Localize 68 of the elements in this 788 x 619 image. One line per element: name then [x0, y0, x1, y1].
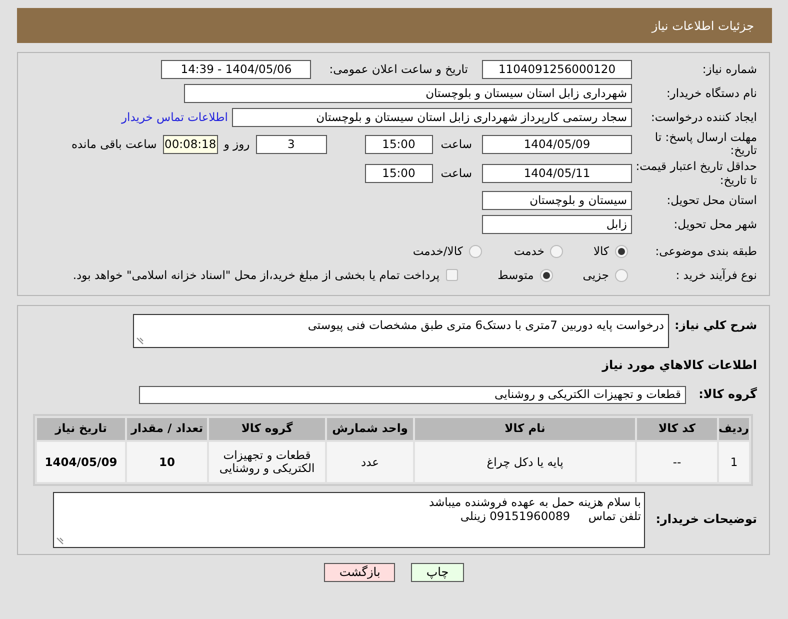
field-label: ایجاد کننده درخواست:	[650, 110, 758, 124]
text-field[interactable]: 3	[256, 134, 327, 154]
field-label: طبقه بندی موضوعی:	[654, 244, 758, 258]
table-cell: پایه یا دکل چراغ	[415, 442, 635, 482]
table-cell: --	[637, 442, 717, 482]
field-label: ساعت باقی مانده	[72, 136, 157, 153]
field-label: مهلت ارسال پاسخ: تا تاریخ:	[654, 131, 758, 158]
field-label: نوع فرآیند خرید :	[674, 268, 758, 282]
description-text: درخواست پایه دوربین 7متری با دستک6 متری طبق مشخصات فنی پیوستی	[308, 318, 664, 332]
print-button[interactable]: چاپ	[411, 562, 464, 582]
radio-button[interactable]	[615, 268, 628, 282]
text-field[interactable]: 15:00	[364, 164, 433, 184]
field-label: تاریخ و ساعت اعلان عمومی:	[329, 60, 468, 78]
table-cell: 10	[127, 442, 207, 482]
radio-button[interactable]	[550, 244, 564, 258]
text-field[interactable]: 1404/05/11	[482, 164, 632, 184]
description-box[interactable]: درخواست پایه دوربین 7متری با دستک6 متری طبق مشخصات فنی پیوستی	[133, 314, 669, 348]
option-label: خدمت	[514, 242, 544, 260]
table-cell: قطعات و تجهیزات الکتریکی و روشنایی	[209, 442, 325, 482]
column-header: واحد شمارش	[327, 418, 413, 440]
text-field[interactable]: 1104091256000120	[482, 60, 632, 79]
field-label: شماره نیاز:	[701, 62, 758, 76]
section-title: اطلاعات كالاهاي مورد نياز	[600, 356, 758, 374]
goods-group-field[interactable]: قطعات و تجهیزات الکتریکی و روشنایی	[139, 386, 686, 404]
option-label: کالا	[593, 242, 609, 260]
column-header: ردیف	[719, 418, 749, 440]
field-label: استان محل تحویل:	[666, 194, 758, 207]
radio-button[interactable]	[468, 244, 482, 258]
checkbox-label: پرداخت تمام یا بخشی از مبلغ خرید،از محل "اسناد خزانه اسلامی" خواهد بود.	[72, 266, 440, 284]
contact-link[interactable]: اطلاعات تماس خریدار	[121, 108, 228, 126]
field-label: گروه كالا:	[698, 388, 758, 402]
resize-grip-icon[interactable]	[56, 536, 64, 545]
table-cell: 1	[719, 442, 749, 482]
column-header: کد کالا	[637, 418, 717, 440]
text-field[interactable]: 15:00	[364, 134, 433, 154]
text-field[interactable]: 1404/05/06 - 14:39	[161, 60, 312, 79]
text-field[interactable]: 1404/05/09	[482, 134, 632, 154]
countdown-field[interactable]: 00:08:18	[162, 134, 218, 154]
column-header: نام کالا	[415, 418, 635, 440]
column-header: گروه کالا	[209, 418, 325, 440]
notes-line: با سلام هزینه حمل به عهده فروشنده میباشد	[428, 494, 641, 510]
resize-grip-icon[interactable]	[136, 336, 144, 345]
checkbox[interactable]	[446, 269, 458, 282]
option-label: کالا/خدمت	[412, 242, 463, 260]
option-label: متوسط	[498, 266, 534, 284]
field-label: ساعت	[440, 136, 472, 153]
field-label: توضیحات خریدار:	[654, 512, 758, 527]
text-field[interactable]: شهرداری زابل استان سیستان و بلوچستان	[184, 84, 632, 103]
page-title: جزئیات اطلاعات نیاز	[652, 18, 754, 34]
notes-line: تلفن تماس 09151960089 زینلی	[459, 509, 641, 524]
table-cell: عدد	[327, 442, 413, 482]
column-header: تاریخ نیاز	[37, 418, 125, 440]
field-label: نام دستگاه خریدار:	[665, 86, 758, 100]
table-cell: 1404/05/09	[37, 442, 125, 482]
option-label: جزیی	[582, 266, 609, 284]
field-label: روز و	[224, 136, 250, 153]
column-header: تعداد / مقدار	[127, 418, 207, 440]
text-field[interactable]: زابل	[482, 214, 632, 234]
text-field[interactable]: سجاد رستمی کارپرداز شهرداری زابل استان سیستان و بلوچستان	[232, 108, 632, 127]
field-label: حداقل تاریخ اعتبار قیمت: تا تاریخ:	[634, 160, 758, 187]
notes-box[interactable]: با سلام هزینه حمل به عهده فروشنده میباشد تلفن تماس 09151960089 زینلی	[53, 492, 645, 548]
field-label: ساعت	[440, 165, 472, 182]
back-button[interactable]: بازگشت	[324, 562, 396, 582]
radio-button[interactable]	[540, 268, 553, 282]
text-field[interactable]: سیستان و بلوچستان	[482, 190, 632, 210]
field-label: شرح كلي نياز:	[674, 316, 758, 332]
radio-button[interactable]	[615, 244, 628, 258]
field-label: شهر محل تحویل:	[672, 218, 758, 231]
